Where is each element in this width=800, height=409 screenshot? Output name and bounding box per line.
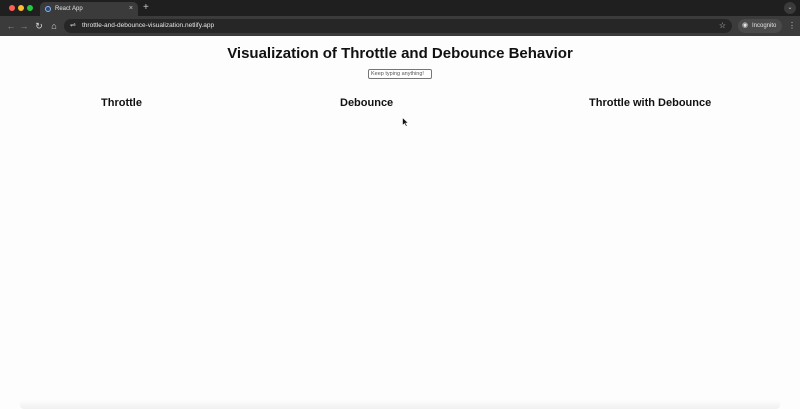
tab-title: React App bbox=[55, 6, 83, 12]
address-bar[interactable]: ⇌ throttle-and-debounce-visualization.ne… bbox=[64, 19, 732, 33]
browser-toolbar: ← → ↻ ⌂ ⇌ throttle-and-debounce-visualiz… bbox=[0, 16, 800, 36]
browser-window: React App × + ⌄ ← → ↻ ⌂ ⇌ throttle-and-d… bbox=[0, 0, 800, 409]
incognito-badge[interactable]: ◉ Incognito bbox=[738, 19, 782, 33]
incognito-label: Incognito bbox=[752, 23, 777, 29]
typing-input[interactable] bbox=[368, 69, 432, 79]
globe-icon bbox=[45, 6, 51, 12]
incognito-icon: ◉ bbox=[742, 22, 749, 29]
tab-react-app[interactable]: React App × bbox=[40, 2, 138, 16]
more-menu-icon[interactable]: ⋮ bbox=[788, 19, 796, 33]
close-window-button[interactable] bbox=[9, 5, 15, 11]
new-tab-button[interactable]: + bbox=[143, 1, 149, 15]
mouse-cursor-icon bbox=[402, 117, 409, 127]
page-content: Visualization of Throttle and Debounce B… bbox=[0, 36, 800, 409]
url-text[interactable]: throttle-and-debounce-visualization.netl… bbox=[82, 19, 214, 33]
tab-search-button[interactable]: ⌄ bbox=[784, 2, 796, 14]
throttle-heading: Throttle bbox=[101, 97, 142, 109]
home-icon[interactable]: ⌂ bbox=[48, 19, 60, 33]
close-tab-icon[interactable]: × bbox=[129, 4, 133, 14]
tab-strip: React App × + ⌄ bbox=[0, 0, 800, 16]
reload-icon[interactable]: ↻ bbox=[33, 19, 45, 33]
maximize-window-button[interactable] bbox=[27, 5, 33, 11]
bookmark-star-icon[interactable]: ☆ bbox=[719, 19, 726, 33]
site-info-icon[interactable]: ⇌ bbox=[70, 19, 76, 33]
throttle-with-debounce-heading: Throttle with Debounce bbox=[589, 97, 712, 109]
bottom-shadow bbox=[20, 400, 780, 409]
back-icon[interactable]: ← bbox=[5, 19, 17, 33]
minimize-window-button[interactable] bbox=[18, 5, 24, 11]
debounce-heading: Debounce bbox=[340, 97, 394, 109]
forward-icon[interactable]: → bbox=[18, 19, 30, 33]
page-title: Visualization of Throttle and Debounce B… bbox=[227, 45, 573, 62]
